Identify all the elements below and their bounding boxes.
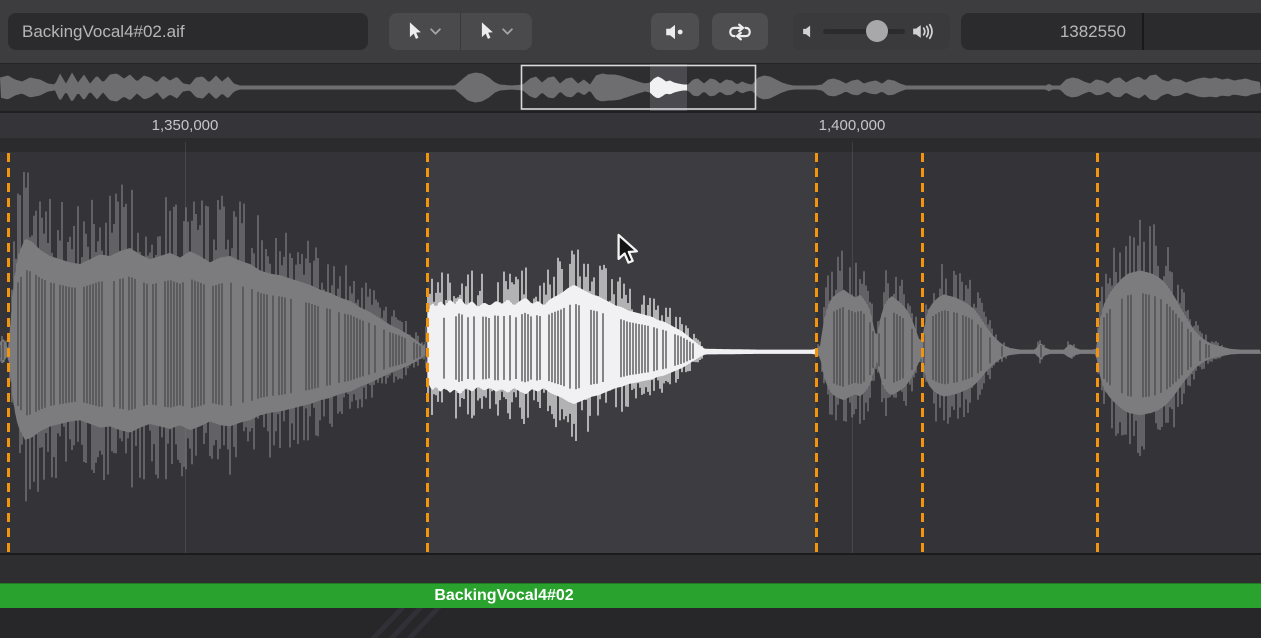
primary-tool-menu[interactable] bbox=[389, 13, 460, 50]
volume-max-icon bbox=[912, 23, 940, 40]
ruler-label: 1,350,000 bbox=[151, 117, 219, 134]
region-name-bar[interactable]: BackingVocal4#02 bbox=[0, 583, 1261, 609]
field-divider bbox=[1142, 13, 1144, 50]
toolbar: BackingVocal4#02.aif 1382550 bbox=[0, 0, 1261, 64]
secondary-tool-menu[interactable] bbox=[460, 13, 532, 50]
volume-min-icon bbox=[802, 24, 815, 39]
chevron-down-icon bbox=[502, 28, 513, 35]
sample-position-value: 1382550 bbox=[1059, 22, 1126, 41]
tool-selector-group bbox=[389, 13, 532, 50]
cycle-button[interactable] bbox=[712, 13, 768, 50]
audio-file-editor: BackingVocal4#02.aif 1382550 1,350,000 1… bbox=[0, 0, 1261, 638]
filename-text: BackingVocal4#02.aif bbox=[22, 22, 185, 41]
bottom-area bbox=[0, 608, 1261, 638]
ruler-label: 1,400,000 bbox=[818, 117, 886, 134]
volume-control bbox=[793, 13, 950, 50]
waveform-overview[interactable] bbox=[0, 64, 1261, 111]
diagonal-hatch bbox=[370, 608, 442, 638]
pointer-tool-icon bbox=[408, 21, 423, 42]
waveform-display[interactable] bbox=[0, 138, 1261, 553]
loop-icon bbox=[727, 21, 753, 43]
speaker-icon bbox=[664, 23, 686, 41]
sample-ruler[interactable]: 1,350,000 1,400,000 bbox=[0, 113, 1261, 138]
volume-slider-knob[interactable] bbox=[866, 20, 888, 42]
prelisten-button[interactable] bbox=[651, 13, 699, 50]
overview-waveform bbox=[0, 72, 1261, 103]
filename-field[interactable]: BackingVocal4#02.aif bbox=[8, 13, 368, 50]
sample-position-field[interactable]: 1382550 bbox=[961, 13, 1261, 50]
chevron-down-icon bbox=[430, 28, 441, 35]
region-name-label: BackingVocal4#02 bbox=[434, 587, 574, 604]
pointer-tool-icon bbox=[480, 21, 495, 42]
volume-slider-track[interactable] bbox=[823, 29, 905, 34]
lower-band bbox=[0, 555, 1261, 583]
